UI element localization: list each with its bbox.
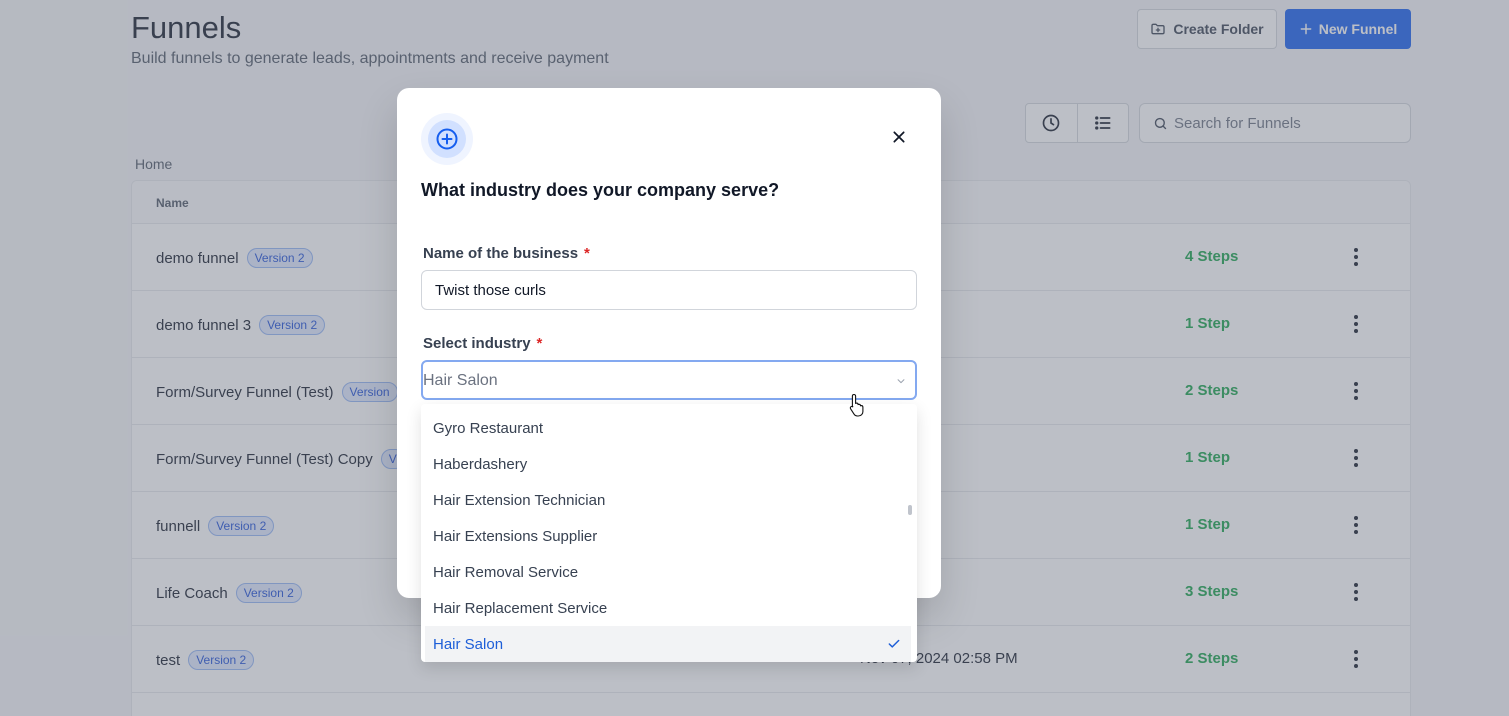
modal-close-button[interactable] (887, 125, 911, 149)
industry-option[interactable]: Hair Extension Technician (425, 482, 911, 518)
business-name-label: Name of the business * (423, 245, 590, 262)
close-icon (893, 131, 905, 143)
industry-option-label: Hair Removal Service (433, 563, 579, 581)
industry-option-label: Hair Salon (433, 635, 504, 653)
industry-select-value: Hair Salon (423, 372, 498, 389)
pointer-cursor-icon (849, 393, 864, 417)
industry-option[interactable]: Gyro Restaurant (425, 410, 911, 446)
business-name-input[interactable] (421, 270, 917, 310)
industry-option[interactable]: Hair Removal Service (425, 554, 911, 590)
industry-option-label: Gyro Restaurant (433, 419, 544, 437)
industry-label-text: Select industry (423, 335, 531, 352)
industry-option-label: Hair Extensions Supplier (433, 527, 598, 545)
modal-icon-badge (421, 113, 473, 165)
industry-label: Select industry * (423, 335, 542, 352)
business-name-label-text: Name of the business (423, 245, 579, 262)
industry-option-label: Hair Extension Technician (433, 491, 606, 509)
industry-option-label: Hair Replacement Service (433, 599, 608, 617)
required-mark: * (536, 335, 543, 352)
industry-option[interactable]: Hair Salon (425, 626, 911, 662)
industry-select[interactable]: Hair Salon (421, 360, 917, 400)
industry-option-label: Haberdashery (433, 455, 528, 473)
industry-option[interactable]: Haberdashery (425, 446, 911, 482)
modal-icon-ring (428, 120, 466, 158)
required-mark: * (584, 245, 590, 262)
check-icon (888, 639, 900, 648)
industry-option[interactable]: Hair Extensions Supplier (425, 518, 911, 554)
plus-circle-icon (436, 128, 458, 150)
industry-dropdown: Gyro Restaurant Haberdashery Hair Extensio… (421, 404, 917, 662)
industry-option[interactable]: Hair Replacement Service (425, 590, 911, 626)
modal-title: What industry does your company serve? (421, 180, 780, 200)
chevron-down-icon (897, 379, 905, 384)
